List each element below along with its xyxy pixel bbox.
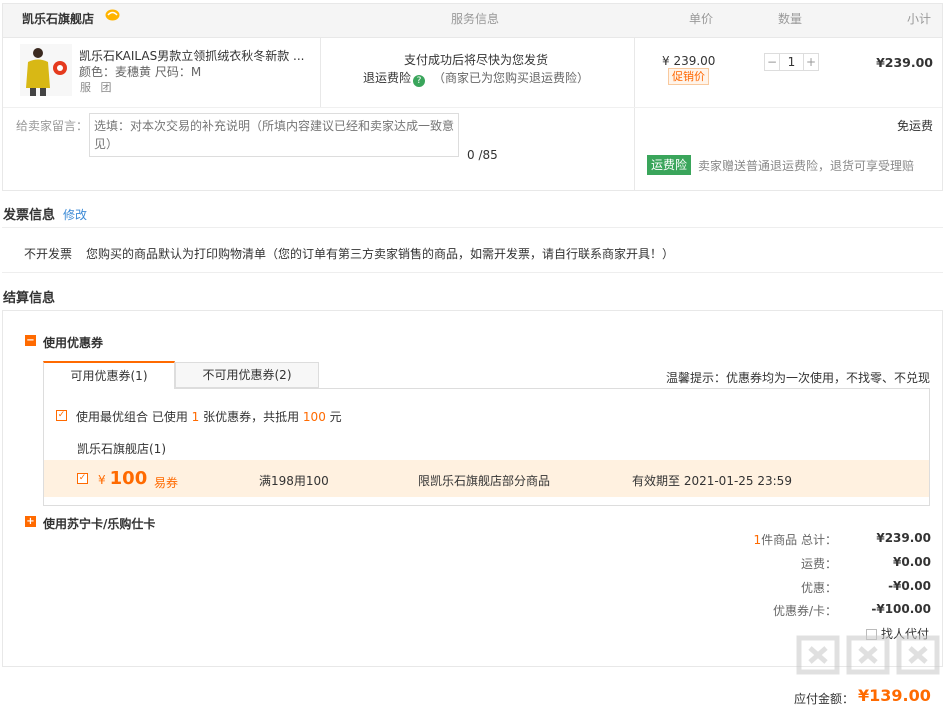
service-shipping-note: 支付成功后将尽快为您发货 bbox=[404, 53, 549, 67]
invoice-title: 发票信息 bbox=[3, 208, 56, 223]
product-attributes: 颜色：麦穗黄 尺码：M bbox=[79, 65, 202, 79]
col-quantity: 数量 bbox=[778, 12, 803, 26]
coupon-kind: 易券 bbox=[154, 476, 179, 490]
promo-badge: 促销价 bbox=[668, 68, 709, 85]
unit-price: ¥ 239.00 bbox=[662, 54, 716, 68]
shop-badge-icon bbox=[105, 9, 120, 21]
seller-message-label: 给卖家留言： bbox=[16, 119, 89, 133]
tab-available-coupons[interactable]: 可用优惠券(1) bbox=[43, 361, 175, 389]
coupon-section-title[interactable]: 使用优惠券 bbox=[43, 334, 103, 351]
best-combo-checkbox[interactable]: ✓ bbox=[56, 410, 67, 421]
summary-total: ¥239.00 bbox=[876, 531, 931, 545]
service-insurance-label[interactable]: 退运费险 bbox=[363, 71, 411, 85]
summary-shipping-label: 运费： bbox=[800, 557, 837, 571]
col-price: 单价 bbox=[689, 12, 714, 26]
checkbox-checked-icon[interactable]: ✓ bbox=[77, 473, 88, 484]
col-service: 服务信息 bbox=[451, 12, 500, 26]
summary-discount: -¥0.00 bbox=[888, 579, 931, 593]
quantity-input[interactable]: 1 bbox=[779, 54, 804, 70]
coupon-shop-group: 凯乐石旗舰店(1) bbox=[77, 442, 166, 456]
coupon-tip: 温馨提示：优惠券均为一次使用，不找零、不兑现 bbox=[665, 371, 930, 385]
question-icon[interactable]: ? bbox=[413, 75, 426, 87]
watermark-logo bbox=[796, 635, 940, 675]
coupon-amount-used: 100 bbox=[302, 410, 326, 424]
shop-name[interactable]: 凯乐石旗舰店 bbox=[22, 10, 94, 27]
summary-shipping: ¥0.00 bbox=[893, 555, 931, 569]
summary-discount-label: 优惠： bbox=[800, 581, 837, 595]
service-insurance: 退运费险? （商家已为您购买退运费险） bbox=[363, 69, 589, 87]
coupon-rule: 满198用100 bbox=[259, 474, 329, 488]
product-title[interactable]: 凯乐石KAILAS男款立领抓绒衣秋冬新款 ... bbox=[79, 47, 309, 64]
summary-coupon: -¥100.00 bbox=[871, 602, 931, 616]
card-section-title[interactable]: 使用苏宁卡/乐购仕卡 bbox=[43, 515, 155, 532]
col-subtotal: 小计 bbox=[907, 12, 932, 26]
quantity-stepper: − 1 + bbox=[764, 53, 819, 71]
service-insurance-note: （商家已为您购买退运费险） bbox=[433, 71, 590, 85]
coupon-amount: ¥100 bbox=[98, 468, 148, 489]
product-image[interactable] bbox=[20, 44, 72, 96]
item-subtotal: ¥239.00 bbox=[876, 55, 933, 70]
coupon-expiry: 有效期至 2021-01-25 23:59 bbox=[632, 474, 792, 488]
invoice-content: 不开发票 您购买的商品默认为打印购物清单（您的订单有第三方卖家销售的商品，如需开发… bbox=[24, 245, 674, 262]
shipping-insurance-badge: 运费险 bbox=[647, 155, 692, 175]
tab-unavailable-coupons[interactable]: 不可用优惠券(2) bbox=[175, 362, 319, 388]
message-char-count: 0 /85 bbox=[467, 148, 498, 162]
best-combo-text: 使用最优组合 已使用 1 张优惠券，共抵用 100 元 bbox=[76, 410, 342, 424]
quantity-decrease-button[interactable]: − bbox=[765, 54, 779, 70]
shipping-fee: 免运费 bbox=[896, 119, 933, 133]
collapse-icon[interactable]: − bbox=[25, 335, 36, 346]
expand-icon[interactable]: + bbox=[25, 516, 36, 527]
summary-coupon-label: 优惠券/卡： bbox=[772, 604, 837, 618]
invoice-edit-link[interactable]: 修改 bbox=[63, 208, 87, 222]
coupon-scope: 限凯乐石旗舰店部分商品 bbox=[418, 474, 551, 488]
seller-message-input[interactable] bbox=[89, 113, 459, 157]
invoice-description: 您购买的商品默认为打印购物清单（您的订单有第三方卖家销售的商品，如需开发票，请自… bbox=[86, 247, 675, 261]
summary-count-label: 1件商品 总计： bbox=[753, 533, 837, 547]
settlement-title: 结算信息 bbox=[3, 291, 56, 306]
shipping-insurance-text: 卖家赠送普通退运费险，退货可享受理赔 bbox=[698, 159, 915, 173]
quantity-increase-button[interactable]: + bbox=[804, 54, 818, 70]
product-tags: 服 团 bbox=[80, 81, 115, 94]
invoice-type: 不开发票 bbox=[24, 247, 73, 261]
invoice-section-title: 发票信息 修改 bbox=[3, 204, 87, 223]
